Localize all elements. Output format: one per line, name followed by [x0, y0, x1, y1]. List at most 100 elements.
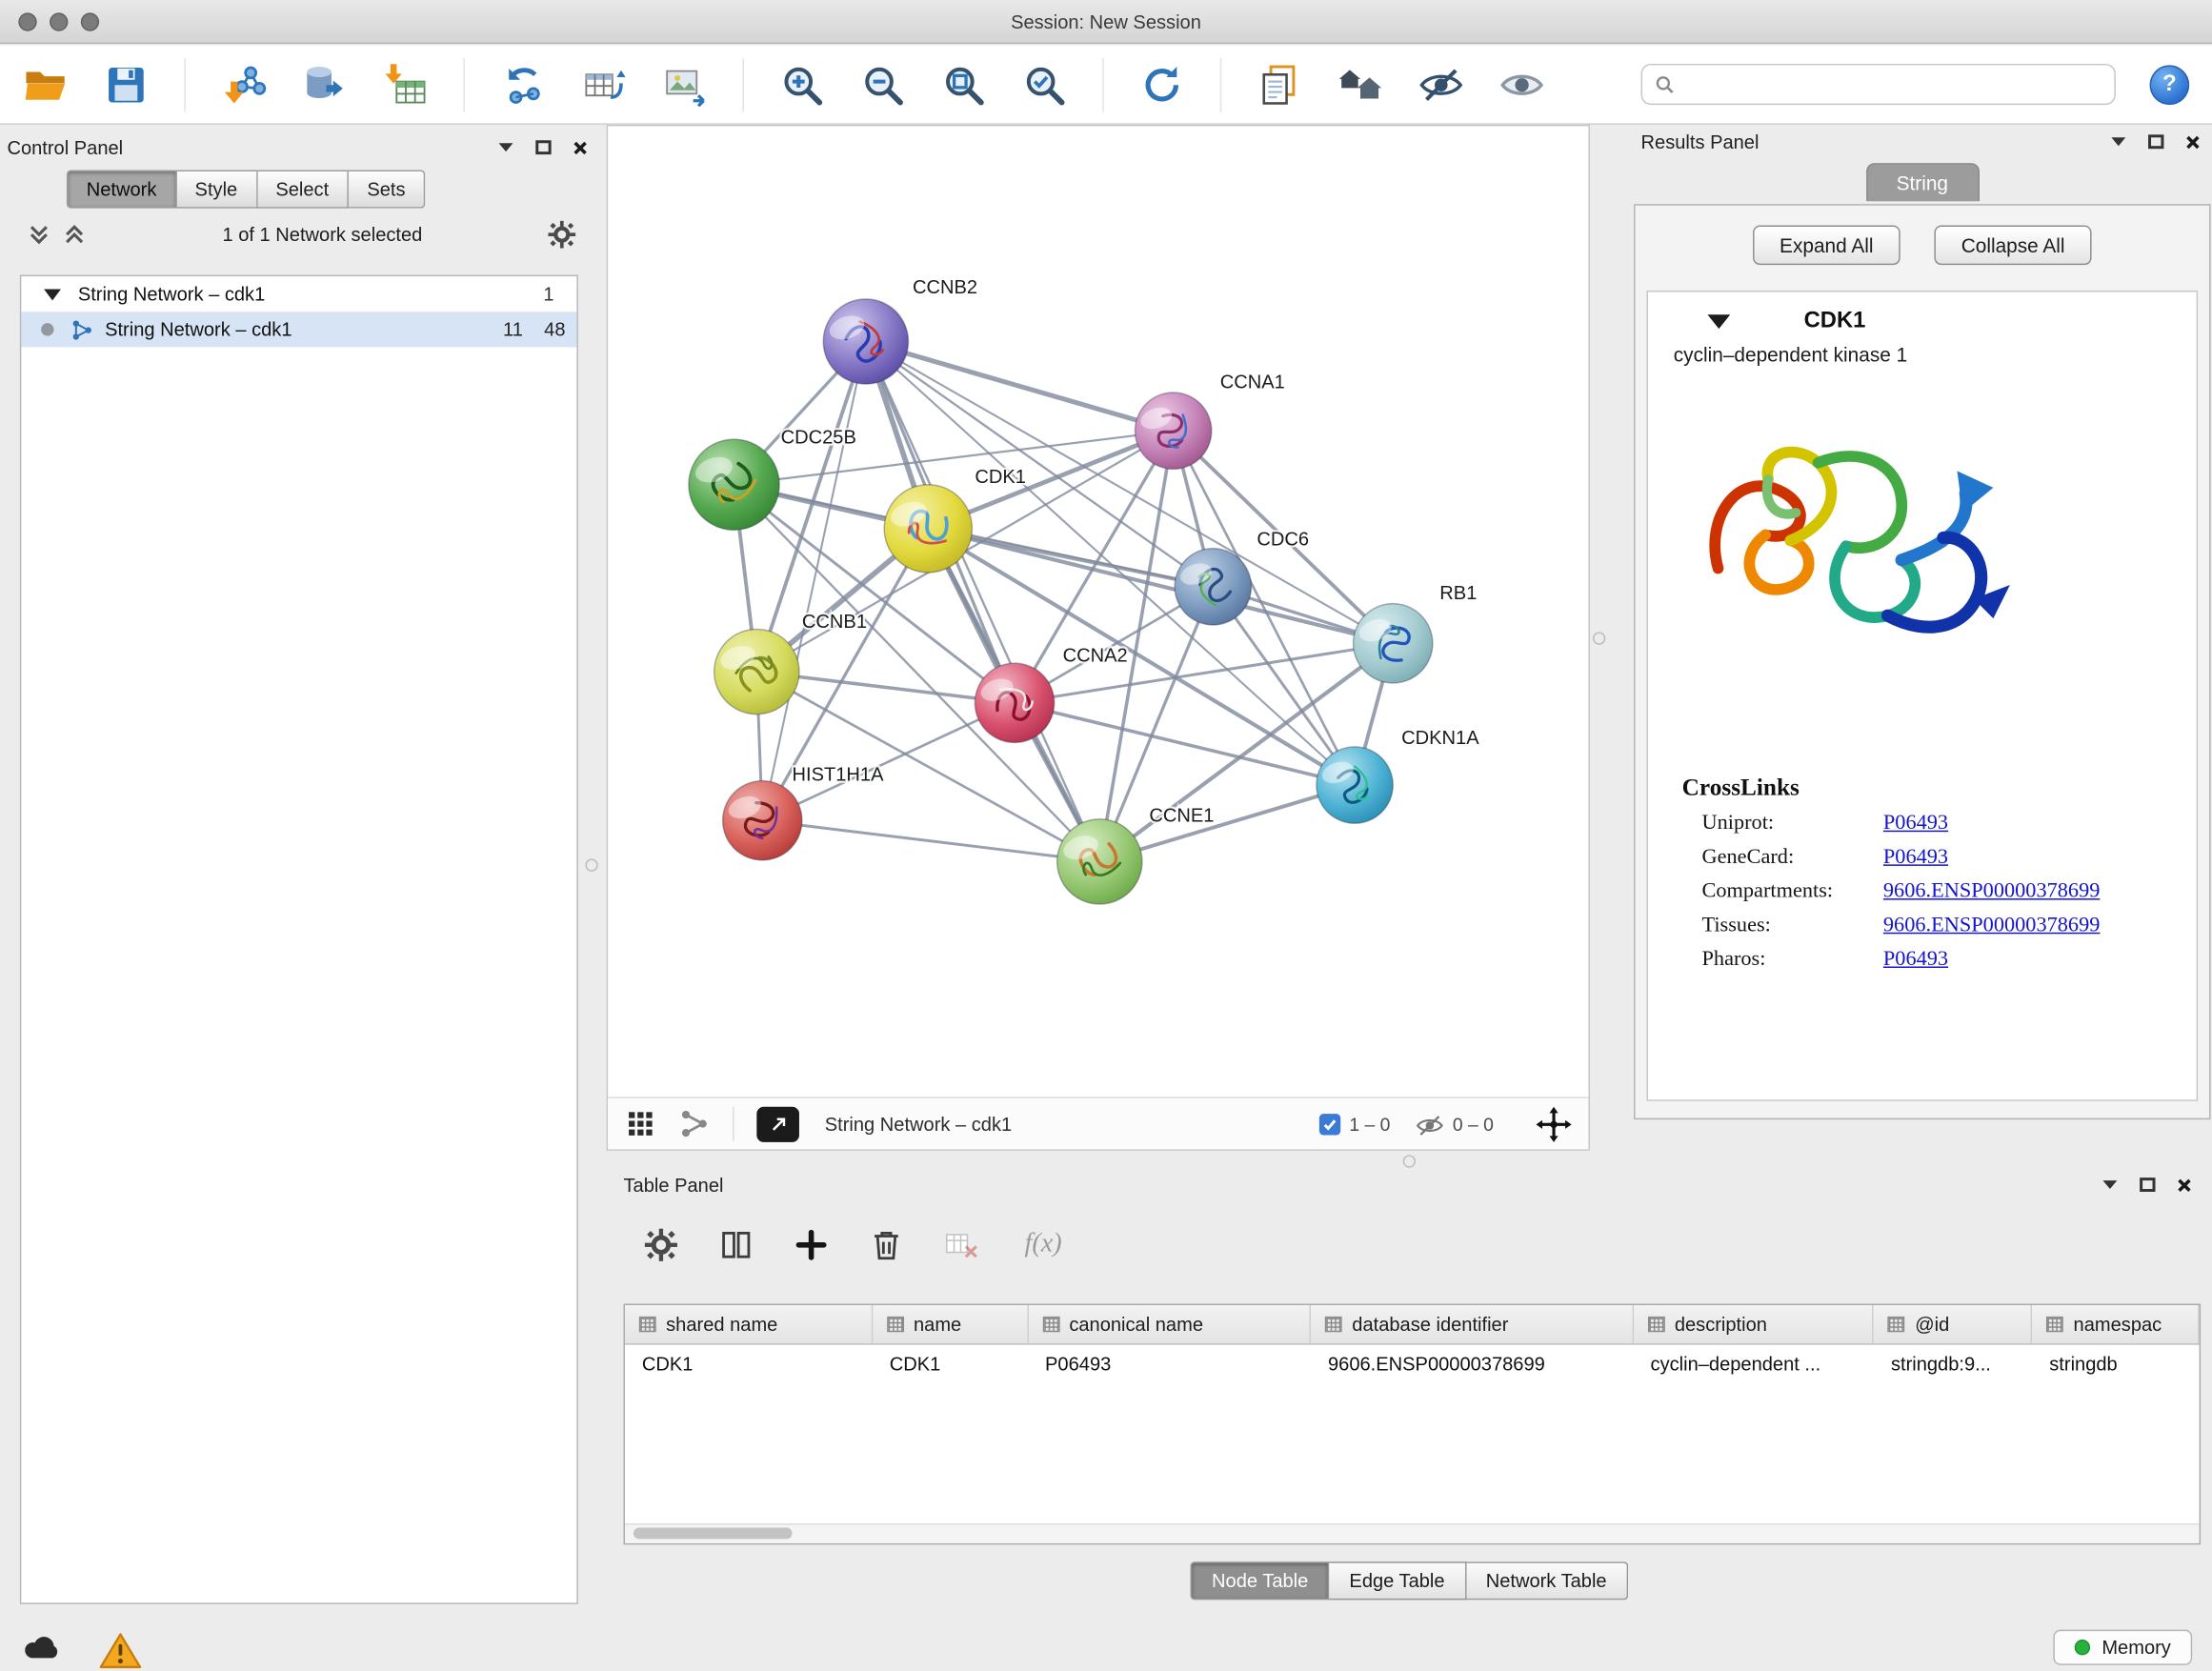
table-cell[interactable]: cyclin–dependent ...: [1634, 1354, 1874, 1375]
open-session-icon[interactable]: [23, 62, 69, 108]
network-node-RB1[interactable]: [1354, 604, 1433, 683]
network-edge-CCNA2-HIST1H1A[interactable]: [762, 703, 1015, 820]
help-button[interactable]: ?: [2150, 65, 2190, 105]
panel-float-icon[interactable]: [532, 137, 554, 157]
table-cell[interactable]: stringdb: [2032, 1354, 2199, 1375]
network-share-icon[interactable]: [679, 1108, 711, 1139]
splitter-handle[interactable]: [585, 858, 597, 871]
tab-edge-table[interactable]: Edge Table: [1330, 1561, 1466, 1600]
panel-close-icon[interactable]: [568, 137, 591, 157]
node-selection-checkbox[interactable]: [1319, 1113, 1340, 1134]
import-network-icon[interactable]: [221, 62, 267, 108]
crosslink-link-pharos[interactable]: P06493: [1883, 948, 1948, 972]
tab-string[interactable]: String: [1865, 163, 1979, 201]
column-header--id[interactable]: @id: [1874, 1305, 2032, 1343]
nested-networks-icon[interactable]: [1337, 62, 1383, 108]
birds-eye-view-icon[interactable]: [625, 1108, 656, 1139]
column-header-namespac[interactable]: namespac: [2032, 1305, 2199, 1343]
network-edge-HIST1H1A-CCNE1[interactable]: [762, 820, 1099, 861]
add-column-icon[interactable]: [794, 1226, 829, 1261]
hidden-items-eye-icon[interactable]: [1416, 1113, 1444, 1136]
import-table-icon[interactable]: [383, 62, 429, 108]
zoom-fit-icon[interactable]: [941, 62, 987, 108]
new-network-from-selection-icon[interactable]: [500, 62, 546, 108]
column-header-database-identifier[interactable]: database identifier: [1311, 1305, 1634, 1343]
crosslink-link-tissues[interactable]: 9606.ENSP00000378699: [1883, 914, 2100, 937]
network-edge-CDK1-RB1[interactable]: [928, 529, 1393, 643]
zoom-out-icon[interactable]: [860, 62, 906, 108]
panel-close-icon[interactable]: [2181, 131, 2203, 151]
crosslink-link-uniprot[interactable]: P06493: [1883, 812, 1948, 836]
show-all-icon[interactable]: [1499, 62, 1545, 108]
search-field[interactable]: [1641, 64, 2116, 105]
panel-menu-icon[interactable]: [2107, 131, 2130, 151]
table-horizontal-scrollbar[interactable]: [625, 1523, 2200, 1543]
export-image-icon[interactable]: [662, 62, 708, 108]
tab-sets[interactable]: Sets: [349, 171, 425, 209]
network-node-CCNA2[interactable]: [975, 663, 1054, 742]
table-cell[interactable]: CDK1: [873, 1354, 1028, 1375]
network-row[interactable]: String Network – cdk1 11 48: [21, 312, 576, 347]
cloud-icon[interactable]: [20, 1630, 63, 1664]
show-columns-icon[interactable]: [718, 1226, 754, 1261]
network-node-HIST1H1A[interactable]: [723, 781, 802, 860]
network-options-gear-icon[interactable]: [547, 220, 576, 250]
save-session-icon[interactable]: [104, 62, 150, 108]
splitter-handle[interactable]: [1593, 632, 1605, 644]
network-edge-CCNB2-HIST1H1A[interactable]: [762, 341, 866, 820]
scrollbar-thumb[interactable]: [633, 1528, 793, 1540]
network-node-CCNE1[interactable]: [1057, 819, 1142, 904]
network-node-CCNB1[interactable]: [714, 629, 799, 714]
column-header-canonical-name[interactable]: canonical name: [1028, 1305, 1311, 1343]
hide-selected-icon[interactable]: [1418, 62, 1464, 108]
table-cell[interactable]: P06493: [1028, 1354, 1311, 1375]
open-in-external-icon[interactable]: [756, 1106, 799, 1141]
panel-float-icon[interactable]: [2144, 131, 2167, 151]
tab-network[interactable]: Network: [67, 171, 176, 209]
expand-all-networks-icon[interactable]: [27, 223, 50, 247]
network-edge-CCNB2-CCNE1[interactable]: [866, 341, 1099, 861]
collection-caret-icon[interactable]: [44, 289, 61, 300]
network-edge-CCNB2-CCNA1[interactable]: [866, 341, 1174, 431]
column-header-description[interactable]: description: [1634, 1305, 1874, 1343]
pan-crosshair-icon[interactable]: [1536, 1106, 1571, 1141]
network-node-CDK1[interactable]: [884, 485, 972, 573]
search-input[interactable]: [1683, 72, 2101, 96]
zoom-window-button[interactable]: [81, 12, 99, 30]
delete-column-icon[interactable]: [869, 1226, 904, 1261]
tab-network-table[interactable]: Network Table: [1466, 1561, 1628, 1600]
network-node-CDC6[interactable]: [1175, 549, 1251, 625]
refresh-icon[interactable]: [1139, 62, 1185, 108]
import-database-icon[interactable]: [302, 62, 348, 108]
clone-network-icon[interactable]: [581, 62, 627, 108]
column-header-shared-name[interactable]: shared name: [625, 1305, 873, 1343]
network-node-CDKN1A[interactable]: [1317, 747, 1393, 823]
table-cell[interactable]: stringdb:9...: [1874, 1354, 2032, 1375]
table-settings-gear-icon[interactable]: [643, 1226, 678, 1261]
panel-float-icon[interactable]: [2136, 1175, 2159, 1195]
gene-collapse-caret-icon[interactable]: [1707, 314, 1730, 329]
memory-button[interactable]: Memory: [2054, 1630, 2192, 1665]
crosslink-link-genecard[interactable]: P06493: [1883, 846, 1948, 870]
network-canvas[interactable]: CCNB2CCNA1CDC25BCDK1CDC6RB1CCNB1CCNA2CDK…: [608, 126, 1588, 1097]
tab-select[interactable]: Select: [257, 171, 349, 209]
panel-menu-icon[interactable]: [494, 137, 517, 157]
tab-style[interactable]: Style: [176, 171, 257, 209]
crosslink-link-compartments[interactable]: 9606.ENSP00000378699: [1883, 880, 2100, 904]
network-node-CCNA1[interactable]: [1135, 393, 1211, 469]
table-cell[interactable]: 9606.ENSP00000378699: [1311, 1354, 1634, 1375]
delete-table-icon[interactable]: [944, 1226, 979, 1261]
panel-menu-icon[interactable]: [2099, 1175, 2122, 1195]
function-builder-icon[interactable]: f(x): [1024, 1229, 1061, 1260]
warning-icon[interactable]: [99, 1630, 142, 1664]
table-cell[interactable]: CDK1: [625, 1354, 873, 1375]
minimize-window-button[interactable]: [50, 12, 68, 30]
panel-close-icon[interactable]: [2172, 1175, 2195, 1195]
column-header-name[interactable]: name: [873, 1305, 1028, 1343]
collapse-all-button[interactable]: Collapse All: [1934, 226, 2091, 266]
collapse-all-networks-icon[interactable]: [62, 223, 86, 247]
tab-node-table[interactable]: Node Table: [1191, 1561, 1330, 1600]
expand-all-button[interactable]: Expand All: [1753, 226, 1900, 266]
network-node-CCNB2[interactable]: [823, 299, 908, 384]
splitter-handle[interactable]: [1403, 1155, 1416, 1167]
